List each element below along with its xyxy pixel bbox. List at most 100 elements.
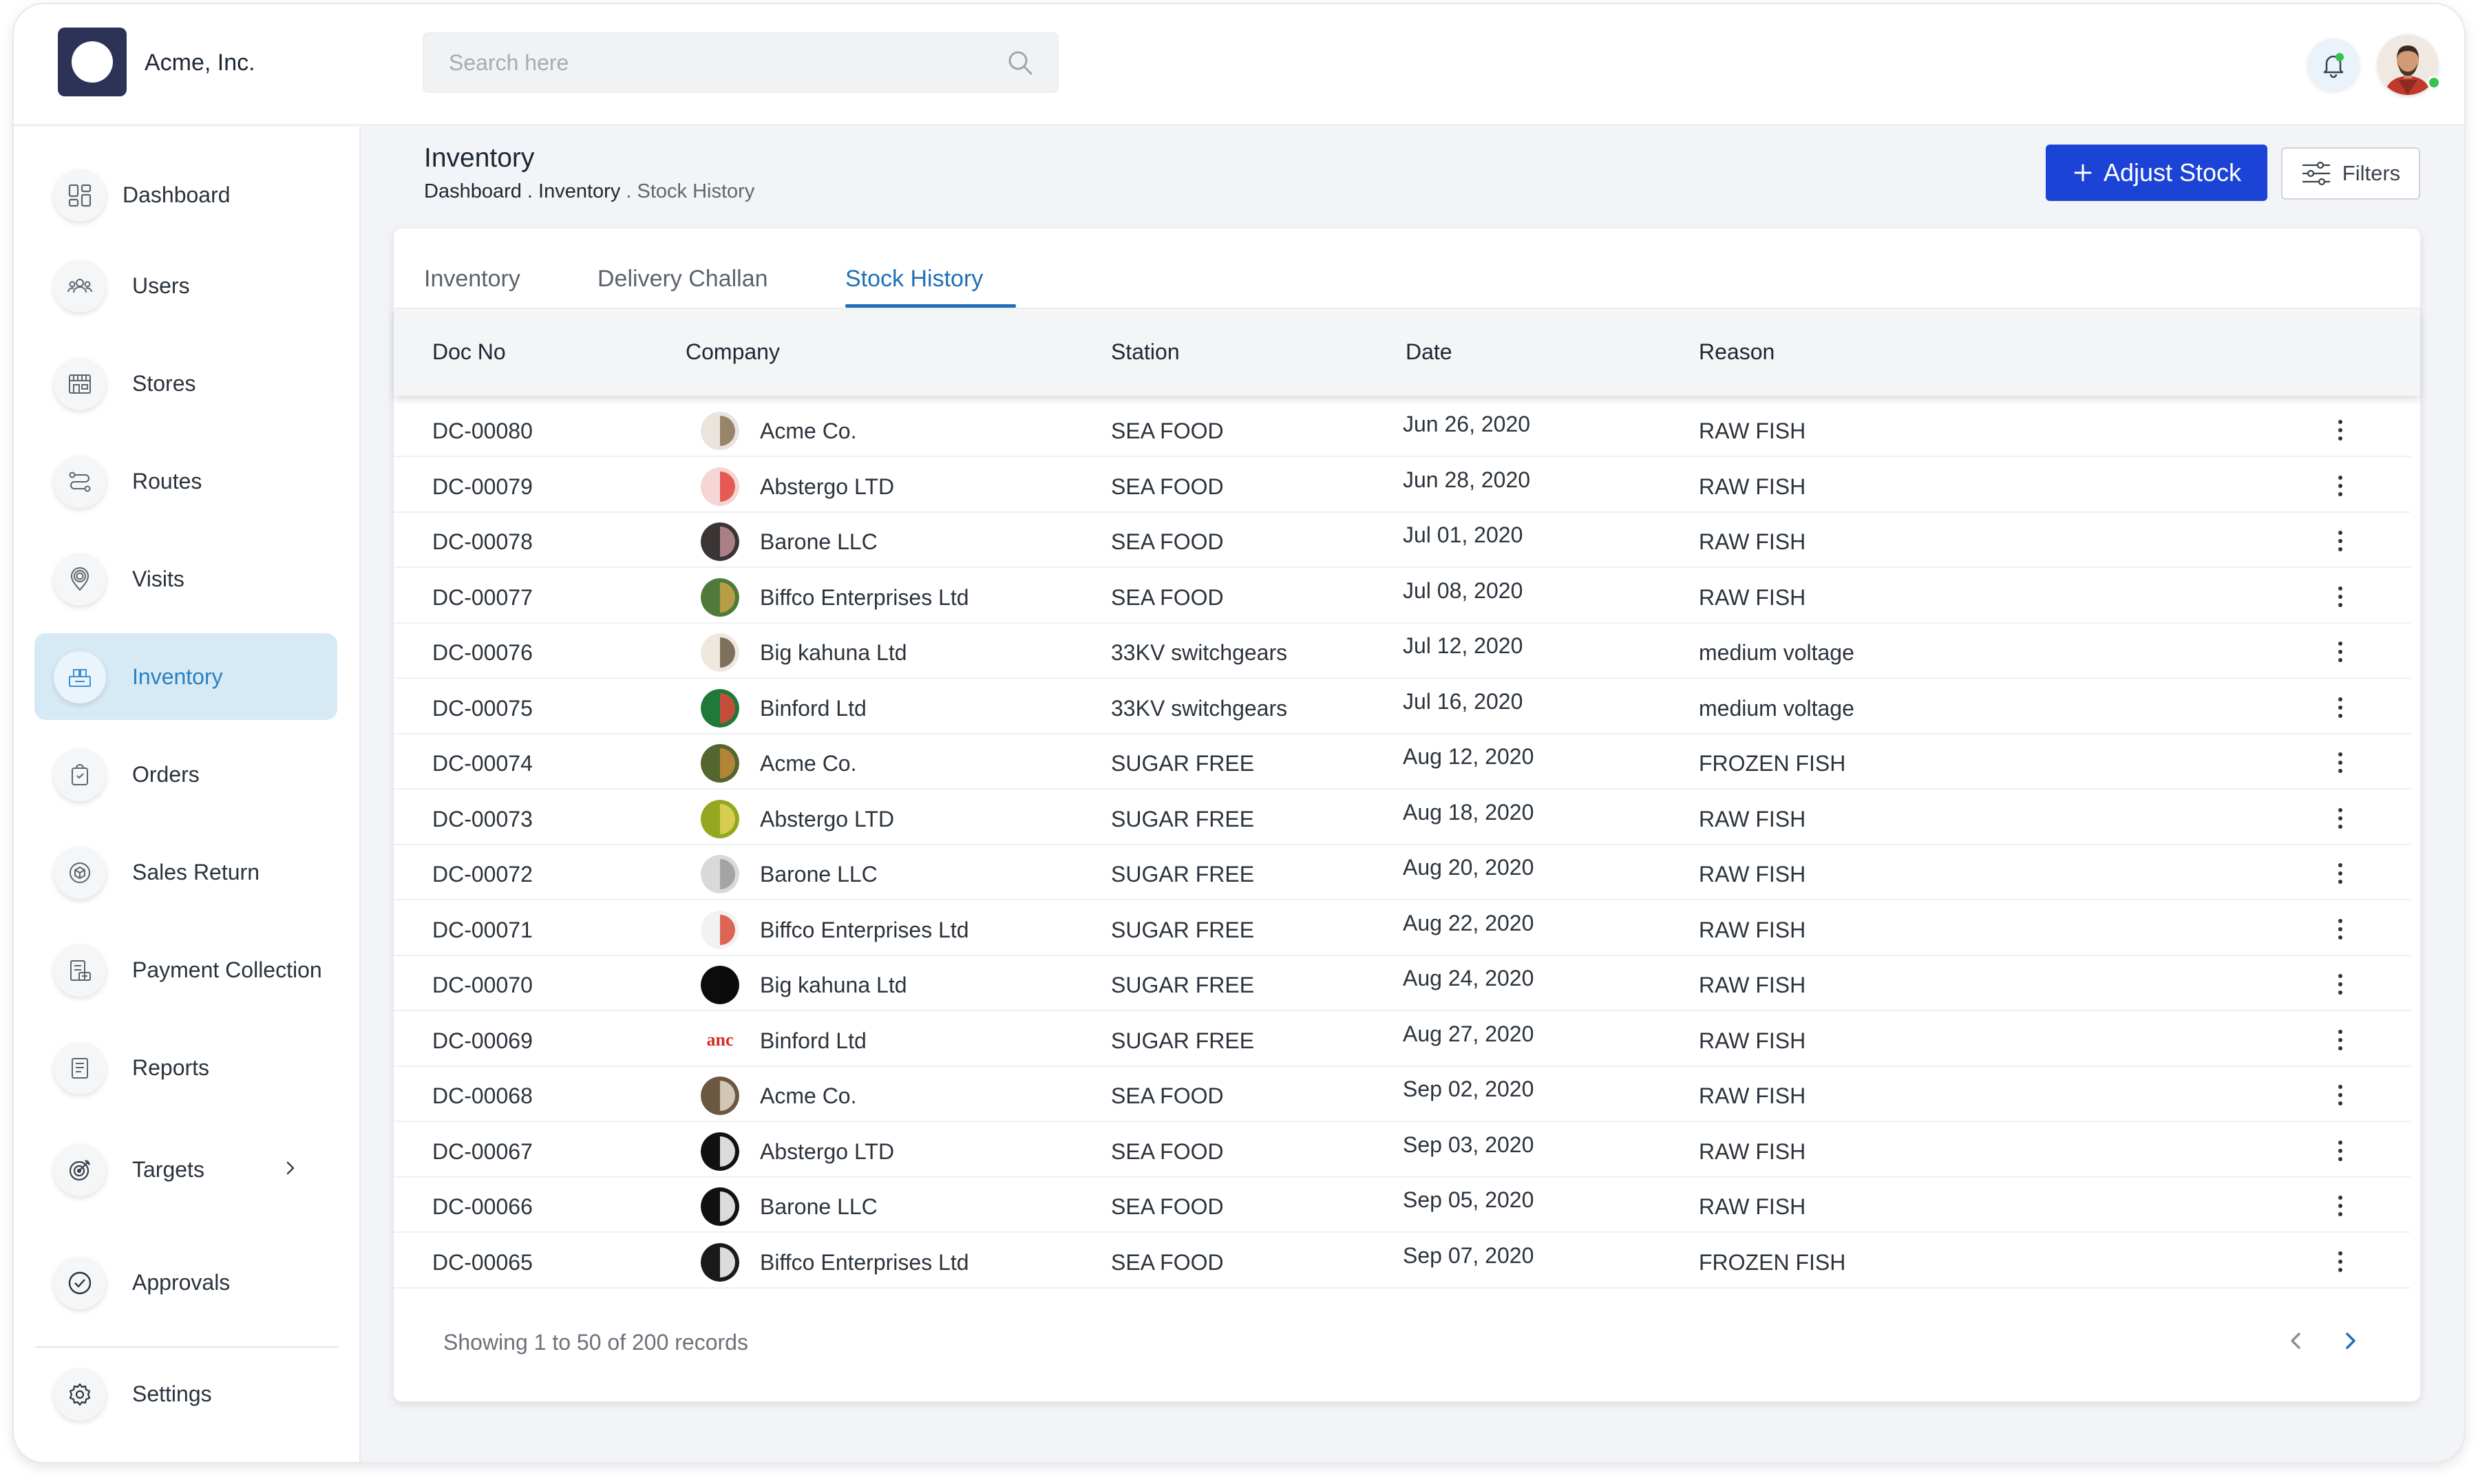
company-logo[interactable] — [58, 28, 127, 96]
breadcrumb-separator: . — [620, 180, 637, 202]
more-options-icon[interactable] — [2338, 807, 2343, 833]
more-options-icon[interactable] — [2338, 974, 2343, 999]
sidebar-item-stores[interactable]: Stores — [34, 340, 337, 427]
doc-no-cell[interactable]: DC-00066 — [432, 1194, 533, 1220]
station-cell: SUGAR FREE — [1111, 1028, 1255, 1053]
table-row[interactable]: DC-00078 Barone LLC SEA FOOD Jul 01, 2020 RA… — [394, 513, 2420, 568]
breadcrumb-inventory[interactable]: Inventory — [538, 180, 620, 202]
chevron-right-icon[interactable] — [2336, 1327, 2364, 1355]
tab-inventory[interactable]: Inventory — [424, 266, 520, 293]
doc-no-cell[interactable]: DC-00074 — [432, 751, 533, 776]
sidebar-item-users[interactable]: Users — [34, 242, 337, 329]
more-options-icon[interactable] — [2338, 420, 2343, 445]
tab-delivery-challan[interactable]: Delivery Challan — [597, 266, 768, 293]
sidebar-item-reports[interactable]: Reports — [34, 1024, 337, 1111]
company-cell: Acme Co. — [760, 418, 857, 443]
notification-button[interactable] — [2307, 39, 2360, 91]
more-options-icon[interactable] — [2338, 752, 2343, 777]
search-bar[interactable] — [423, 32, 1059, 93]
table-row[interactable]: DC-00070 Big kahuna Ltd SUGAR FREE Aug 24, … — [394, 956, 2420, 1011]
doc-no-cell[interactable]: DC-00071 — [432, 918, 533, 943]
table-row[interactable]: DC-00065 Biffco Enterprises Ltd SEA FOOD Se… — [394, 1233, 2420, 1289]
breadcrumb-dashboard[interactable]: Dashboard — [424, 180, 522, 202]
doc-no-cell[interactable]: DC-00076 — [432, 640, 533, 666]
records-summary: Showing 1 to 50 of 200 records — [443, 1330, 748, 1355]
more-options-icon[interactable] — [2338, 642, 2343, 666]
filters-button[interactable]: Filters — [2281, 147, 2420, 200]
doc-no-cell[interactable]: DC-00069 — [432, 1028, 533, 1054]
orders-icon — [54, 749, 106, 801]
table-row[interactable]: DC-00074 Acme Co. SUGAR FREE Aug 12, 2020 FR… — [394, 734, 2420, 789]
more-options-icon[interactable] — [2338, 1251, 2343, 1276]
search-icon[interactable] — [1006, 49, 1034, 76]
table-row[interactable]: DC-00075 Binford Ltd 33KV switchgears Jul 1… — [394, 679, 2420, 734]
doc-no-cell[interactable]: DC-00078 — [432, 529, 533, 555]
table-row[interactable]: DC-00073 Abstergo LTD SUGAR FREE Aug 18, 20… — [394, 790, 2420, 845]
sidebar-item-routes[interactable]: Routes — [34, 438, 337, 524]
table-row[interactable]: DC-00066 Barone LLC SEA FOOD Sep 05, 2020 RA… — [394, 1178, 2420, 1233]
adjust-stock-button[interactable]: Adjust Stock — [2046, 145, 2267, 201]
sidebar-item-sales-return[interactable]: Sales Return — [34, 829, 337, 915]
sidebar-item-targets[interactable]: Targets — [34, 1126, 337, 1213]
sidebar-item-label: Routes — [132, 469, 202, 494]
doc-no-cell[interactable]: DC-00065 — [432, 1250, 533, 1275]
column-header-reason[interactable]: Reason — [1699, 339, 1775, 365]
sidebar-item-label: Dashboard — [123, 182, 231, 207]
sidebar-item-visits[interactable]: Visits — [34, 536, 337, 622]
doc-no-cell[interactable]: DC-00075 — [432, 696, 533, 721]
table-row[interactable]: DC-00079 Abstergo LTD SEA FOOD Jun 28, 2020… — [394, 458, 2420, 513]
doc-no-cell[interactable]: DC-00073 — [432, 807, 533, 832]
more-options-icon[interactable] — [2338, 1085, 2343, 1110]
table-row[interactable]: DC-00068 Acme Co. SEA FOOD Sep 02, 2020 RAW … — [394, 1067, 2420, 1122]
reason-cell: RAW FISH — [1699, 1028, 1806, 1053]
search-input[interactable] — [449, 34, 986, 92]
app-window: Acme, Inc. Search here Dashboard Users S… — [12, 3, 2466, 1463]
payment-collection-icon — [54, 944, 106, 997]
sidebar-item-approvals[interactable]: Approvals — [34, 1239, 337, 1326]
doc-no-cell[interactable]: DC-00070 — [432, 973, 533, 998]
table-row[interactable]: DC-00069 anc Binford Ltd SUGAR FREE Aug 27, … — [394, 1012, 2420, 1067]
more-options-icon[interactable] — [2338, 697, 2343, 722]
sidebar-item-inventory[interactable]: Inventory — [34, 633, 337, 720]
more-options-icon[interactable] — [2338, 1140, 2343, 1165]
doc-no-cell[interactable]: DC-00079 — [432, 474, 533, 500]
breadcrumb-current: Stock History — [637, 180, 755, 202]
reason-cell: RAW FISH — [1699, 584, 1806, 610]
sidebar-item-payment-collection[interactable]: Payment Collection — [34, 926, 337, 1013]
chevron-right-icon[interactable] — [282, 1158, 299, 1178]
doc-no-cell[interactable]: DC-00072 — [432, 862, 533, 887]
more-options-icon[interactable] — [2338, 863, 2343, 888]
sidebar-item-dashboard[interactable]: Dashboard — [34, 151, 337, 238]
station-cell: SEA FOOD — [1111, 418, 1224, 443]
table-row[interactable]: DC-00077 Biffco Enterprises Ltd SEA FOOD Ju… — [394, 569, 2420, 624]
doc-no-cell[interactable]: DC-00080 — [432, 418, 533, 444]
tab-stock-history[interactable]: Stock History — [845, 266, 983, 293]
more-options-icon[interactable] — [2338, 475, 2343, 500]
more-options-icon[interactable] — [2338, 586, 2343, 611]
doc-no-cell[interactable]: DC-00077 — [432, 585, 533, 611]
table-row[interactable]: DC-00067 Abstergo LTD SEA FOOD Sep 03, 2020… — [394, 1123, 2420, 1178]
table-row[interactable]: DC-00080 Acme Co. SEA FOOD Jun 26, 2020 RAW … — [394, 402, 2420, 457]
column-header-doc-no[interactable]: Doc No — [432, 339, 506, 365]
table-row[interactable]: DC-00071 Biffco Enterprises Ltd SUGAR FREE… — [394, 901, 2420, 956]
sidebar-item-orders[interactable]: Orders — [34, 731, 337, 818]
more-options-icon[interactable] — [2338, 1029, 2343, 1054]
more-options-icon[interactable] — [2338, 1196, 2343, 1220]
doc-no-cell[interactable]: DC-00068 — [432, 1083, 533, 1109]
sidebar-item-settings[interactable]: Settings — [34, 1350, 337, 1437]
company-cell: Biffco Enterprises Ltd — [760, 584, 969, 610]
station-cell: SUGAR FREE — [1111, 917, 1255, 942]
doc-no-cell[interactable]: DC-00067 — [432, 1139, 533, 1165]
more-options-icon[interactable] — [2338, 531, 2343, 555]
table-row[interactable]: DC-00076 Big kahuna Ltd 33KV switchgears Ju… — [394, 624, 2420, 679]
sidebar-divider — [36, 1346, 339, 1348]
column-header-station[interactable]: Station — [1111, 339, 1180, 365]
column-header-date[interactable]: Date — [1406, 339, 1452, 365]
column-header-company[interactable]: Company — [686, 339, 780, 365]
station-cell: SUGAR FREE — [1111, 806, 1255, 831]
chevron-left-icon[interactable] — [2283, 1327, 2310, 1355]
company-logo-icon — [701, 577, 739, 617]
company-logo-icon — [701, 522, 739, 561]
table-row[interactable]: DC-00072 Barone LLC SUGAR FREE Aug 20, 2020… — [394, 845, 2420, 900]
more-options-icon[interactable] — [2338, 918, 2343, 944]
